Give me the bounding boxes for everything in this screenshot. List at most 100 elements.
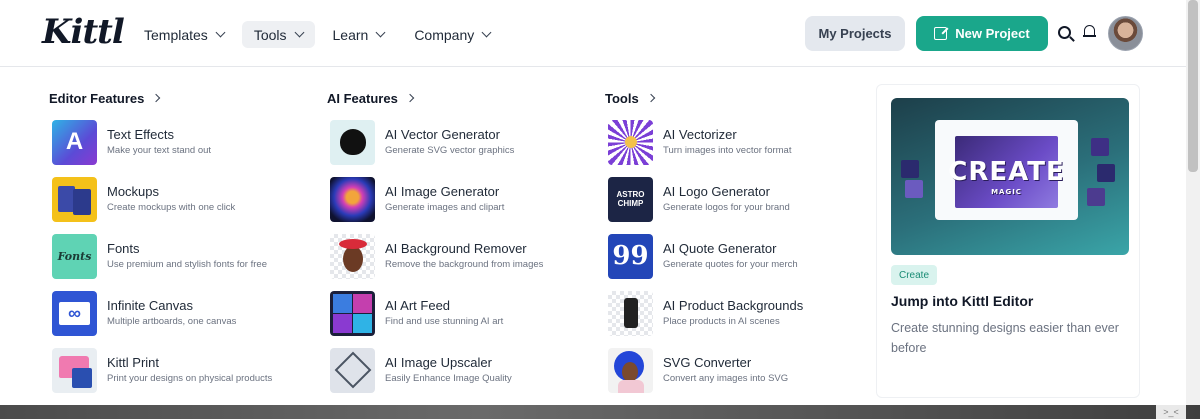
create-badge: Create bbox=[891, 265, 938, 285]
infinity-icon: ∞ bbox=[59, 301, 90, 325]
editor-features-column: Editor Features A Text Effects Make your … bbox=[49, 88, 319, 393]
item-subtitle: Multiple artboards, one canvas bbox=[107, 315, 237, 327]
list-item-mockups[interactable]: Mockups Create mockups with one click bbox=[52, 176, 317, 222]
chevron-right-icon bbox=[152, 93, 161, 103]
list-item-kittl-print[interactable]: Kittl Print Print your designs on physica… bbox=[52, 347, 317, 393]
edit-icon bbox=[934, 27, 948, 40]
item-subtitle: Use premium and stylish fonts for free bbox=[107, 258, 267, 270]
list-item-text-effects[interactable]: A Text Effects Make your text stand out bbox=[52, 119, 317, 165]
column-title: AI Features bbox=[327, 90, 398, 106]
editor-features-heading[interactable]: Editor Features bbox=[49, 88, 319, 108]
item-title: Infinite Canvas bbox=[107, 297, 193, 313]
editor-preview-image: CREATE MAGIC bbox=[891, 98, 1129, 255]
ai-vectorizer-thumbnail bbox=[608, 119, 653, 165]
thumb-letter: A bbox=[65, 128, 84, 155]
list-item-ai-product-backgrounds[interactable]: AI Product Backgrounds Place products in … bbox=[608, 290, 873, 336]
main-nav: Templates Tools Learn Company bbox=[132, 21, 508, 48]
nav-tools-label: Tools bbox=[253, 26, 287, 43]
nav-templates-label: Templates bbox=[144, 26, 208, 43]
infinite-canvas-thumbnail: ∞ bbox=[52, 290, 97, 336]
list-item-ai-vectorizer[interactable]: AI Vectorizer Turn images into vector for… bbox=[608, 119, 873, 165]
bell-icon[interactable] bbox=[1083, 25, 1096, 39]
art-subtext: MAGIC bbox=[991, 188, 1022, 196]
item-subtitle: Generate SVG vector graphics bbox=[385, 144, 515, 156]
list-item-fonts[interactable]: Fonts Fonts Use premium and stylish fonts… bbox=[52, 233, 317, 279]
kittl-logo[interactable]: Kittl bbox=[42, 12, 125, 52]
avatar[interactable] bbox=[1108, 16, 1143, 51]
tools-heading[interactable]: Tools bbox=[605, 88, 875, 108]
quote-icon: 99 bbox=[612, 241, 649, 271]
nav-company[interactable]: Company bbox=[402, 21, 502, 48]
item-title: AI Image Generator bbox=[385, 183, 500, 199]
nav-templates[interactable]: Templates bbox=[132, 21, 236, 48]
new-project-button[interactable]: New Project bbox=[916, 16, 1048, 51]
list-item-ai-logo-generator[interactable]: ASTRO CHIMP AI Logo Generator Generate lo… bbox=[608, 176, 873, 222]
promo-description: Create stunning designs easier than ever… bbox=[891, 321, 1119, 355]
item-subtitle: Easily Enhance Image Quality bbox=[385, 372, 512, 384]
editor-mock-window: CREATE MAGIC bbox=[935, 120, 1078, 220]
item-title: Kittl Print bbox=[107, 354, 160, 370]
my-projects-button[interactable]: My Projects bbox=[805, 16, 905, 51]
item-subtitle: Find and use stunning AI art bbox=[385, 315, 504, 327]
create-art: CREATE MAGIC bbox=[948, 136, 1064, 208]
column-title: Editor Features bbox=[49, 90, 145, 106]
ai-art-feed-thumbnail bbox=[330, 290, 375, 336]
ai-features-heading[interactable]: AI Features bbox=[327, 88, 597, 108]
list-item-infinite-canvas[interactable]: ∞ Infinite Canvas Multiple artboards, one… bbox=[52, 290, 317, 336]
item-title: AI Logo Generator bbox=[663, 183, 770, 199]
item-subtitle: Generate images and clipart bbox=[385, 201, 505, 213]
tools-column: Tools AI Vectorizer Turn images into vect… bbox=[605, 88, 875, 393]
list-item-ai-image-upscaler[interactable]: AI Image Upscaler Easily Enhance Image Qu… bbox=[330, 347, 595, 393]
mockups-thumbnail bbox=[52, 176, 97, 222]
promo-card[interactable]: CREATE MAGIC Create Jump into Kittl Edito… bbox=[876, 84, 1140, 398]
item-title: AI Vectorizer bbox=[663, 126, 737, 142]
item-title: Mockups bbox=[107, 183, 160, 199]
nav-tools[interactable]: Tools bbox=[241, 21, 315, 48]
ai-image-generator-thumbnail bbox=[330, 176, 375, 222]
item-title: Fonts bbox=[107, 240, 140, 256]
search-icon[interactable] bbox=[1058, 26, 1071, 39]
item-subtitle: Make your text stand out bbox=[107, 144, 212, 156]
nav-learn-label: Learn bbox=[332, 26, 369, 43]
resize-corner: >_< bbox=[1156, 405, 1186, 419]
thumb-text: Fonts bbox=[57, 249, 92, 263]
list-item-ai-image-generator[interactable]: AI Image Generator Generate images and cl… bbox=[330, 176, 595, 222]
bottom-edge bbox=[0, 405, 1200, 419]
item-subtitle: Print your designs on physical products bbox=[107, 372, 273, 384]
new-project-label: New Project bbox=[955, 26, 1030, 41]
scrollbar-thumb[interactable] bbox=[1188, 0, 1198, 172]
chevron-down-icon bbox=[481, 27, 492, 38]
chevron-down-icon bbox=[375, 27, 386, 38]
art-text: CREATE bbox=[948, 157, 1065, 187]
ai-features-column: AI Features AI Vector Generator Generate … bbox=[327, 88, 597, 393]
item-subtitle: Remove the background from images bbox=[385, 258, 544, 270]
item-subtitle: Generate quotes for your merch bbox=[663, 258, 798, 270]
column-title: Tools bbox=[605, 90, 639, 106]
nav-company-label: Company bbox=[414, 26, 475, 43]
item-title: SVG Converter bbox=[663, 354, 752, 370]
list-item-svg-converter[interactable]: SVG Converter Convert any images into SVG bbox=[608, 347, 873, 393]
list-item-ai-art-feed[interactable]: AI Art Feed Find and use stunning AI art bbox=[330, 290, 595, 336]
ai-image-upscaler-thumbnail bbox=[330, 347, 375, 393]
thumb-text: ASTRO CHIMP bbox=[616, 190, 645, 208]
kittl-print-thumbnail bbox=[52, 347, 97, 393]
promo-title[interactable]: Jump into Kittl Editor bbox=[891, 293, 1033, 309]
chevron-down-icon bbox=[215, 27, 226, 38]
list-item-ai-quote-generator[interactable]: 99 AI Quote Generator Generate quotes for… bbox=[608, 233, 873, 279]
item-subtitle: Generate logos for your brand bbox=[663, 201, 790, 213]
svg-converter-thumbnail bbox=[608, 347, 653, 393]
list-item-ai-vector-generator[interactable]: AI Vector Generator Generate SVG vector g… bbox=[330, 119, 595, 165]
chevron-right-icon bbox=[646, 93, 655, 103]
nav-learn[interactable]: Learn bbox=[321, 21, 397, 48]
list-item-ai-background-remover[interactable]: AI Background Remover Remove the backgrou… bbox=[330, 233, 595, 279]
item-subtitle: Convert any images into SVG bbox=[663, 372, 789, 384]
page: Kittl Templates Tools Learn Company My P… bbox=[0, 0, 1200, 419]
item-subtitle: Turn images into vector format bbox=[663, 144, 792, 156]
chevron-right-icon bbox=[405, 93, 415, 103]
ai-product-backgrounds-thumbnail bbox=[608, 290, 653, 336]
item-title: AI Quote Generator bbox=[663, 240, 777, 256]
chevron-down-icon bbox=[294, 27, 304, 38]
item-title: AI Background Remover bbox=[385, 240, 527, 256]
item-subtitle: Place products in AI scenes bbox=[663, 315, 780, 327]
text-effects-thumbnail: A bbox=[52, 119, 97, 165]
